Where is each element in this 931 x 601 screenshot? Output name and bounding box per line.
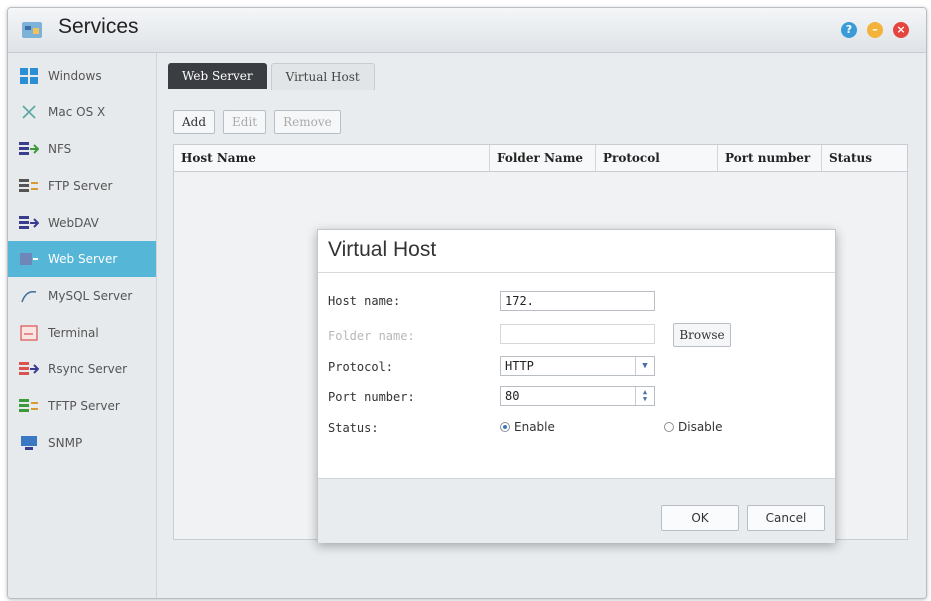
window-title: Services [58,15,139,38]
sidebar-item-label: Web Server [48,252,118,266]
port-number-value: 80 [505,389,520,403]
port-number-stepper[interactable]: 80 ▲ ▼ [500,386,655,406]
sidebar-item-terminal[interactable]: Terminal [8,315,156,351]
folder-name-label: Folder name: [328,329,415,343]
windows-icon [18,67,40,85]
column-folder-name[interactable]: Folder Name [490,145,596,171]
services-app-icon [22,22,42,38]
sidebar-item-label: FTP Server [48,179,113,193]
sidebar-item-mac-os-x[interactable]: Mac OS X [8,94,156,130]
protocol-selected-value: HTTP [505,359,534,373]
stepper-icon[interactable]: ▲ ▼ [635,387,654,405]
toolbar: Add Edit Remove [173,110,341,134]
snmp-icon [18,434,40,452]
rsync-icon [18,360,40,378]
host-name-input[interactable]: 172. [500,291,655,311]
radio-unchecked-icon [664,422,674,432]
sidebar-item-label: Rsync Server [48,362,128,376]
close-button[interactable]: × [893,22,909,38]
tab-bar: Web Server Virtual Host [168,63,375,90]
sidebar-item-label: TFTP Server [48,399,120,413]
mac-x-icon [18,103,40,121]
protocol-select[interactable]: HTTP ▼ [500,356,655,376]
sidebar-item-label: NFS [48,142,72,156]
cancel-button[interactable]: Cancel [747,505,825,531]
tab-virtual-host[interactable]: Virtual Host [270,63,375,90]
sidebar-item-nfs[interactable]: NFS [8,131,156,167]
sidebar-item-label: SNMP [48,436,83,450]
title-bar: Services ? – × [8,8,926,53]
webdav-icon [18,214,40,232]
add-button[interactable]: Add [173,110,216,134]
sidebar-item-tftp-server[interactable]: TFTP Server [8,388,156,424]
tab-web-server[interactable]: Web Server [168,63,267,89]
column-host-name[interactable]: Host Name [174,145,490,171]
radio-checked-icon [500,422,510,432]
tftp-icon [18,397,40,415]
help-button[interactable]: ? [841,22,857,38]
dialog-footer: OK Cancel [318,478,835,543]
edit-button[interactable]: Edit [223,110,267,134]
sidebar-item-label: WebDAV [48,216,99,230]
sidebar-item-label: Windows [48,69,102,83]
nfs-icon [18,140,40,158]
chevron-down-icon[interactable]: ▼ [635,357,654,375]
minimize-button[interactable]: – [867,22,883,38]
sidebar-item-webdav[interactable]: WebDAV [8,205,156,241]
status-enable-radio[interactable]: Enable [500,420,555,434]
sidebar-item-web-server[interactable]: Web Server [8,241,156,277]
web-server-icon [18,250,40,268]
terminal-icon [18,324,40,342]
remove-button[interactable]: Remove [274,110,341,134]
sidebar-item-label: Terminal [48,326,99,340]
enable-label: Enable [514,420,555,434]
ok-button[interactable]: OK [661,505,739,531]
column-port-number[interactable]: Port number [718,145,822,171]
sidebar-item-mysql-server[interactable]: MySQL Server [8,278,156,314]
sidebar-item-label: Mac OS X [48,105,106,119]
sidebar-item-windows[interactable]: Windows [8,58,156,94]
sidebar: Windows Mac OS X NFS FTP Server WebDAV W… [8,53,157,598]
status-label: Status: [328,421,379,435]
sidebar-item-label: MySQL Server [48,289,133,303]
divider [318,272,835,273]
host-name-label: Host name: [328,294,401,308]
dialog-title: Virtual Host [328,238,437,261]
port-number-label: Port number: [328,390,415,404]
disable-label: Disable [678,420,723,434]
sidebar-item-rsync-server[interactable]: Rsync Server [8,351,156,387]
mysql-icon [18,287,40,305]
ftp-icon [18,177,40,195]
table-header: Host Name Folder Name Protocol Port numb… [174,145,907,172]
sidebar-item-ftp-server[interactable]: FTP Server [8,168,156,204]
protocol-label: Protocol: [328,360,394,374]
sidebar-item-snmp[interactable]: SNMP [8,425,156,461]
column-protocol[interactable]: Protocol [596,145,718,171]
browse-button[interactable]: Browse [673,323,731,347]
column-status[interactable]: Status [822,145,907,171]
virtual-host-dialog: Virtual Host Host name: 172. Folder name… [317,229,836,543]
folder-name-input[interactable] [500,324,655,344]
status-disable-radio[interactable]: Disable [664,420,723,434]
